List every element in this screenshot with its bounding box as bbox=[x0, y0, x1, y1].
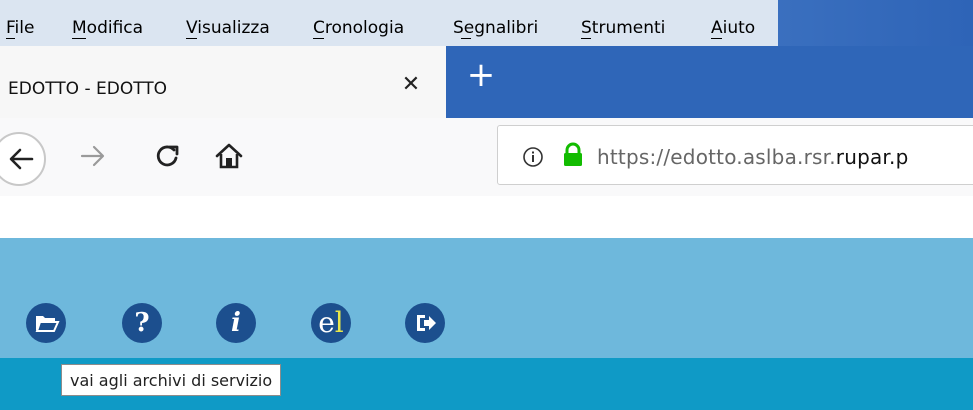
accel-underline bbox=[313, 38, 324, 39]
arrow-left-icon bbox=[9, 148, 34, 170]
tab-edotto[interactable]: EDOTTO - EDOTTO ✕ bbox=[0, 46, 446, 118]
el-icon-e: e bbox=[318, 306, 335, 339]
menu-cronologia[interactable]: Cronologia bbox=[313, 18, 404, 38]
info-icon[interactable] bbox=[522, 146, 544, 168]
menu-strumenti[interactable]: Strumenti bbox=[581, 18, 665, 38]
info-button[interactable]: i bbox=[216, 303, 256, 343]
menu-segnalibri[interactable]: Segnalibri bbox=[453, 18, 538, 38]
accel-underline bbox=[581, 38, 591, 39]
plus-icon[interactable]: + bbox=[466, 58, 496, 92]
el-icon-l: l bbox=[334, 306, 344, 339]
url-host: rupar.p bbox=[835, 145, 909, 169]
folder-open-icon bbox=[35, 316, 60, 332]
el-icon: el bbox=[318, 306, 344, 339]
question-icon: ? bbox=[134, 308, 150, 338]
help-button[interactable]: ? bbox=[122, 303, 162, 343]
archive-button[interactable] bbox=[26, 303, 66, 343]
accel-underline bbox=[461, 38, 471, 39]
accel-underline bbox=[72, 38, 86, 39]
tab-title: EDOTTO - EDOTTO bbox=[8, 79, 168, 99]
url-text: https://edotto.aslba.rsr.rupar.p bbox=[597, 145, 908, 169]
close-icon[interactable]: ✕ bbox=[400, 74, 422, 96]
tooltip: vai agli archivi di servizio bbox=[61, 364, 282, 396]
info-i-icon: i bbox=[231, 308, 241, 338]
accel-underline bbox=[6, 38, 15, 39]
lock-icon[interactable] bbox=[562, 142, 584, 168]
page-top-strip bbox=[0, 196, 973, 238]
url-prefix: https://edotto.aslba.rsr. bbox=[597, 145, 836, 169]
home-icon[interactable] bbox=[214, 141, 244, 171]
exit-icon bbox=[417, 315, 436, 331]
arrow-right-icon[interactable] bbox=[80, 143, 106, 169]
reload-icon[interactable] bbox=[152, 141, 182, 171]
menu-visualizza[interactable]: Visualizza bbox=[186, 18, 270, 38]
menu-aiuto[interactable]: Aiuto bbox=[711, 18, 755, 38]
menu-file[interactable]: File bbox=[6, 18, 34, 38]
accel-underline bbox=[186, 38, 197, 39]
el-button[interactable]: el bbox=[311, 303, 351, 343]
accel-underline bbox=[711, 38, 722, 39]
logout-button[interactable] bbox=[405, 303, 445, 343]
menu-modifica[interactable]: Modifica bbox=[72, 18, 143, 38]
